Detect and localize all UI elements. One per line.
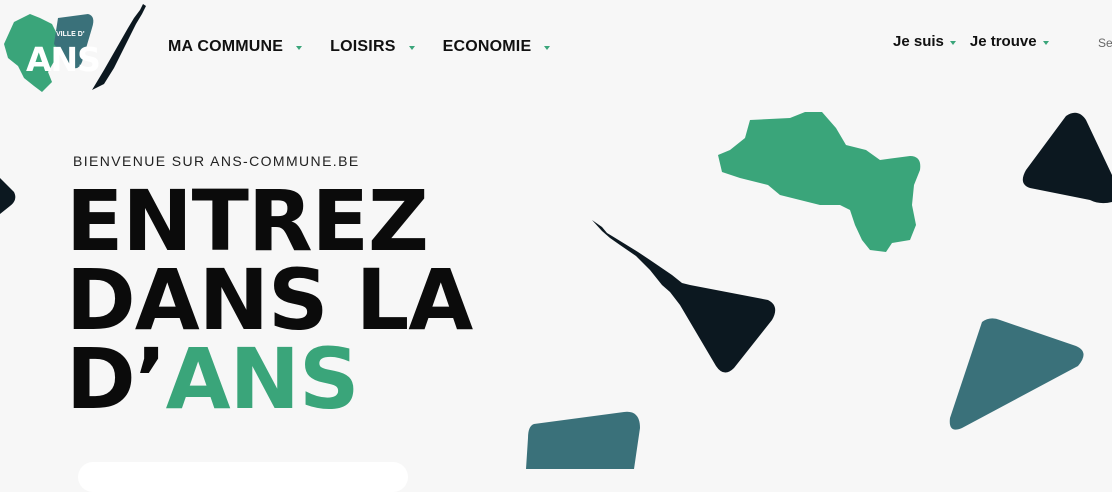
nav-item-ma-commune[interactable]: MA COMMUNE (168, 38, 303, 56)
hero-line-3: D’ANS (66, 337, 472, 421)
logo-main-text: ANS (26, 40, 101, 79)
spire-triangle-shape (592, 220, 776, 373)
caret-down-icon (544, 46, 551, 50)
green-map-shape (718, 112, 921, 252)
nav-item-economie[interactable]: ECONOMIE (443, 38, 551, 56)
nav-item-loisirs[interactable]: LOISIRS (330, 38, 415, 56)
hero-kicker: BIENVENUE SUR ANS-COMMUNE.BE (73, 153, 360, 169)
hero-line-3-accent: ANS (165, 330, 360, 428)
caret-down-icon (408, 46, 415, 50)
util-item-je-trouve[interactable]: Je trouve (970, 33, 1049, 50)
util-item-je-suis[interactable]: Je suis (893, 33, 956, 50)
util-item-label: Je suis (893, 33, 944, 50)
dark-triangle-shape (1022, 112, 1112, 204)
dark-edge-shape (0, 178, 16, 214)
hero-line-1: ENTREZ (66, 172, 429, 270)
teal-triangle-shape (949, 318, 1084, 430)
hero-title: ENTREZ DANS LA D’ANS (66, 172, 473, 421)
caret-down-icon (296, 46, 303, 50)
utility-nav: Je suis Je trouve (893, 33, 1049, 50)
nav-item-label: ECONOMIE (442, 38, 532, 55)
util-item-label: Je trouve (969, 33, 1037, 50)
caret-down-icon (1042, 40, 1049, 45)
hero-line-2: DANS LA (66, 251, 473, 349)
ans-logo[interactable]: VILLE D' ANS (0, 0, 150, 100)
nav-item-label: LOISIRS (330, 38, 396, 55)
search-link[interactable]: Se (1098, 36, 1112, 50)
logo-small-text: VILLE D' (56, 31, 85, 38)
hero-line-3-prefix: D’ (66, 330, 167, 428)
teal-bottom-shape (526, 411, 640, 469)
hero-search-bar[interactable] (78, 462, 408, 492)
nav-item-label: MA COMMUNE (168, 38, 284, 55)
caret-down-icon (949, 40, 956, 45)
main-nav: MA COMMUNE LOISIRS ECONOMIE (168, 38, 551, 56)
